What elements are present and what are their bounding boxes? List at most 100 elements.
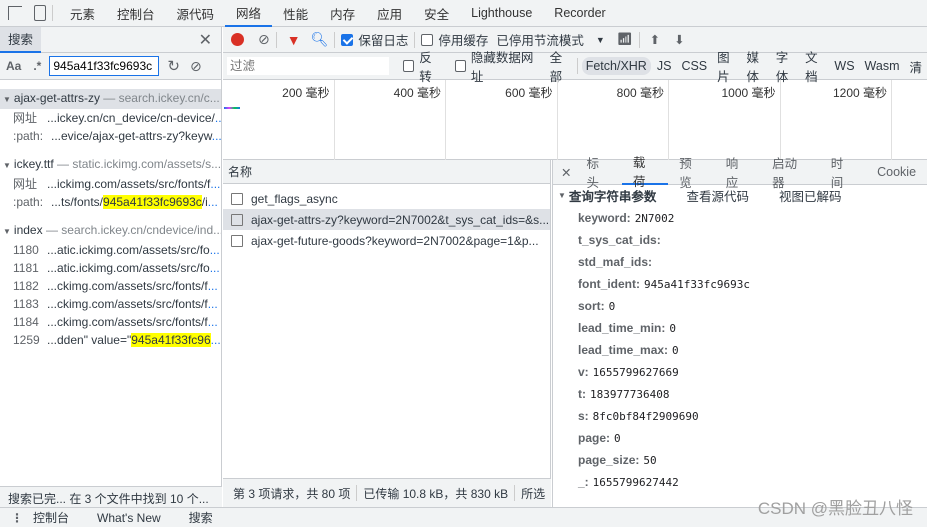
- tab-2[interactable]: 源代码: [166, 0, 226, 27]
- match-text: ...dden" value=": [47, 333, 132, 347]
- filter-icon[interactable]: ▼: [287, 32, 301, 48]
- filter-type-1[interactable]: Fetch/XHR: [581, 57, 651, 75]
- chevron-down-icon[interactable]: ▼: [596, 35, 605, 45]
- request-row[interactable]: ajax-get-attrs-zy?keyword=2N7002&t_sys_c…: [223, 209, 550, 230]
- tab-3[interactable]: 网络: [225, 0, 273, 27]
- drawer-tab-2[interactable]: 搜索: [189, 509, 213, 526]
- clear-icon[interactable]: ⊘: [190, 58, 202, 75]
- filter-type-9[interactable]: Wasm: [861, 57, 904, 75]
- filter-input[interactable]: [227, 57, 389, 75]
- close-icon[interactable]: ✕: [561, 165, 571, 180]
- invert-checkbox[interactable]: [403, 60, 415, 72]
- tab-0[interactable]: 元素: [59, 0, 106, 27]
- match-line-label: 1181: [13, 261, 39, 275]
- result-file-name: ickey.ttf: [13, 157, 54, 171]
- match-line-label: :path:: [13, 195, 44, 209]
- search-input[interactable]: [49, 56, 160, 76]
- view-decoded-link[interactable]: 视图已解码: [779, 186, 842, 205]
- tab-1[interactable]: 载荷: [621, 156, 669, 189]
- tab-4[interactable]: 性能: [272, 0, 319, 27]
- param-value: 50: [643, 454, 657, 467]
- ellipsis: ...: [209, 243, 220, 257]
- tab-6[interactable]: Cookie: [866, 160, 927, 185]
- tab-1[interactable]: 控制台: [106, 0, 166, 27]
- search-match-line[interactable]: 1182 ...ckimg.com/assets/src/fonts/f...: [0, 277, 221, 295]
- match-line-label: 1183: [13, 297, 39, 311]
- search-match-line[interactable]: 1184 ...ckimg.com/assets/src/fonts/f...: [0, 313, 221, 331]
- search-match-line[interactable]: 1181 ...atic.ickimg.com/assets/src/fo...: [0, 259, 221, 277]
- network-overview[interactable]: 200 毫秒 400 毫秒 600 毫秒 800 毫秒 1000 毫秒 1200 毫秒: [223, 80, 927, 160]
- record-icon[interactable]: [231, 33, 244, 46]
- result-file-name: index: [13, 223, 43, 237]
- result-file-header[interactable]: ▼ ickey.ttf — static.ickimg.com/assets/s.…: [0, 155, 221, 175]
- expand-triangle-icon[interactable]: ▼: [3, 95, 11, 104]
- param-value: 183977736408: [590, 388, 670, 401]
- result-file-header[interactable]: ▼ index — search.ickey.cn/cndevice/ind...: [0, 221, 221, 241]
- request-row[interactable]: ajax-get-future-goods?keyword=2N7002&pag…: [223, 230, 550, 251]
- search-match-line[interactable]: 1180 ...atic.ickimg.com/assets/src/fo...: [0, 241, 221, 259]
- device-toolbar-icon[interactable]: [34, 5, 46, 21]
- match-highlight: 945a41f33fc96: [131, 333, 211, 347]
- ellipsis: ...: [210, 333, 221, 347]
- disable-cache-checkbox[interactable]: [421, 33, 434, 46]
- query-param: lead_time_max: 0: [553, 339, 927, 361]
- tab-5[interactable]: 时间: [820, 157, 866, 190]
- match-highlight: 945a41f33fc9693c: [103, 195, 202, 209]
- hide-data-urls-checkbox[interactable]: [454, 60, 466, 72]
- inspect-element-icon[interactable]: [8, 6, 22, 20]
- search-match-line[interactable]: 网址 ...ickey.cn/cn_device/cn-device/...: [0, 109, 221, 127]
- ellipsis: ...: [209, 261, 220, 275]
- query-param: page_size: 50: [553, 449, 927, 471]
- expand-triangle-icon[interactable]: ▼: [558, 191, 566, 200]
- search-icon[interactable]: 🔍︎: [311, 31, 329, 48]
- regex-button[interactable]: .*: [33, 59, 41, 73]
- match-text: ...ckimg.com/assets/src/fonts/f: [47, 279, 208, 293]
- preserve-log-checkbox[interactable]: [341, 33, 354, 46]
- tab-8[interactable]: Lighthouse: [460, 0, 543, 27]
- more-icon[interactable]: ⋮: [11, 511, 23, 525]
- refresh-icon[interactable]: ↻: [167, 57, 180, 75]
- tab-9[interactable]: Recorder: [543, 0, 616, 27]
- divider: [514, 485, 516, 501]
- query-param: keyword: 2N7002: [553, 207, 927, 229]
- search-match-line[interactable]: 1183 ...ckimg.com/assets/src/fonts/f...: [0, 295, 221, 313]
- tab-search[interactable]: 搜索: [0, 26, 42, 53]
- watermark: CSDN @黑脸丑八怪: [757, 499, 913, 518]
- request-details: ✕ 标头 载荷 预览 响应 启动器 时间 Cookie ▼ 查询字符串参数 查看源代码 视图…: [552, 156, 927, 507]
- tab-4[interactable]: 启动器: [761, 157, 820, 190]
- param-key: s:: [578, 409, 589, 423]
- close-icon[interactable]: ✕: [199, 30, 212, 50]
- drawer-tab-1[interactable]: What's New: [97, 511, 161, 525]
- result-file-url: static.ickimg.com/assets/s...: [72, 157, 221, 171]
- search-match-line[interactable]: 网址 ...ickimg.com/assets/src/fonts/f...: [0, 175, 221, 193]
- tab-7[interactable]: 安全: [413, 0, 460, 27]
- drawer-tab-0[interactable]: 控制台: [33, 509, 69, 526]
- param-key: page_size:: [578, 453, 640, 467]
- tab-3[interactable]: 响应: [715, 157, 761, 190]
- filter-type-3[interactable]: CSS: [677, 57, 711, 75]
- expand-triangle-icon[interactable]: ▼: [3, 161, 11, 170]
- match-text: ...ickey.cn/cn_device/cn-device/: [47, 111, 215, 125]
- result-file-url: search.ickey.cn/cndevice/ind...: [61, 223, 221, 237]
- result-separator: —: [53, 157, 73, 171]
- clear-icon[interactable]: ⊘: [258, 31, 270, 48]
- expand-triangle-icon[interactable]: ▼: [3, 227, 11, 236]
- tab-0[interactable]: 标头: [575, 157, 621, 190]
- result-file-header[interactable]: ▼ ajax-get-attrs-zy — search.ickey.cn/c..…: [0, 89, 221, 109]
- filter-type-8[interactable]: WS: [830, 57, 858, 75]
- timeline-tick: 1200 毫秒: [781, 80, 892, 160]
- match-case-button[interactable]: Aa: [6, 59, 21, 73]
- param-key: sort:: [578, 299, 605, 313]
- tab-2[interactable]: 预览: [668, 157, 714, 190]
- request-row[interactable]: get_flags_async: [223, 188, 550, 209]
- filter-type-2[interactable]: JS: [653, 57, 676, 75]
- name-column-header[interactable]: 名称: [223, 160, 550, 184]
- filter-type-10[interactable]: 清: [905, 55, 926, 78]
- section-title[interactable]: 查询字符串参数: [569, 186, 657, 205]
- tab-6[interactable]: 应用: [366, 0, 413, 27]
- search-match-line[interactable]: 1259 ...dden" value="945a41f33fc96...: [0, 331, 221, 349]
- search-match-line[interactable]: :path: ...evice/ajax-get-attrs-zy?keyw...: [0, 127, 221, 145]
- view-source-link[interactable]: 查看源代码: [686, 186, 749, 205]
- tab-5[interactable]: 内存: [319, 0, 366, 27]
- search-match-line[interactable]: :path: ...ts/fonts/945a41f33fc9693c/i...: [0, 193, 221, 211]
